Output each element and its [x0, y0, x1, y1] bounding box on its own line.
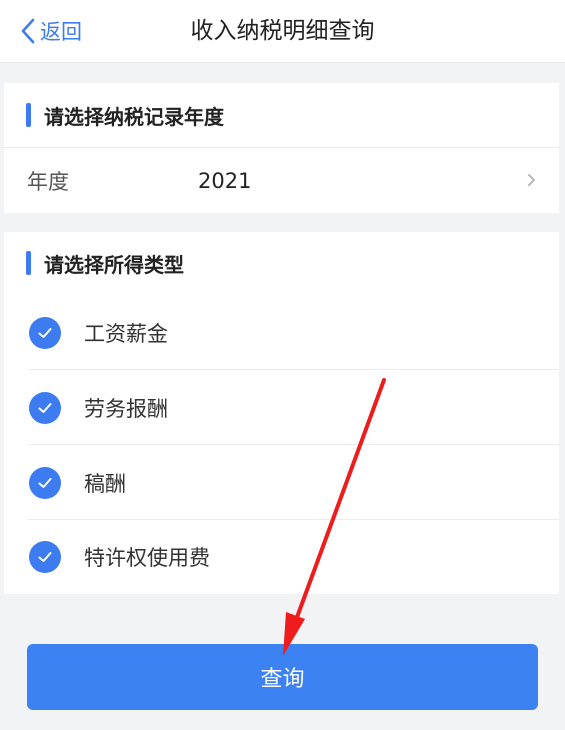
divider — [28, 369, 559, 370]
income-type-label: 工资薪金 — [84, 322, 168, 346]
type-section-title: 请选择所得类型 — [44, 252, 184, 277]
income-type-item-franchise[interactable]: 特许权使用费 — [28, 520, 559, 594]
divider — [28, 444, 559, 445]
query-button[interactable]: 查询 — [27, 644, 538, 710]
year-section-header: 请选择纳税记录年度 — [4, 83, 559, 147]
year-section-title: 请选择纳税记录年度 — [44, 104, 224, 129]
year-section: 请选择纳税记录年度 年度 2021 — [4, 83, 559, 213]
chevron-right-icon[interactable] — [527, 172, 537, 188]
income-type-label: 特许权使用费 — [84, 546, 210, 570]
year-value[interactable]: 2021 — [198, 169, 251, 193]
income-type-item-royalty[interactable]: 稿酬 — [28, 446, 559, 520]
check-circle-icon[interactable] — [29, 467, 61, 499]
page-title: 收入纳税明细查询 — [190, 18, 375, 44]
section-accent-bar — [26, 251, 31, 275]
income-type-label: 劳务报酬 — [84, 397, 168, 421]
income-type-label: 稿酬 — [84, 472, 126, 496]
income-type-item-labor[interactable]: 劳务报酬 — [28, 371, 559, 445]
check-circle-icon[interactable] — [29, 392, 61, 424]
income-type-item-wages[interactable]: 工资薪金 — [28, 296, 559, 370]
year-label: 年度 — [27, 170, 69, 194]
type-section-header: 请选择所得类型 — [4, 232, 559, 294]
navigation-bar: 返回 收入纳税明细查询 — [0, 0, 565, 63]
year-picker-row[interactable]: 年度 2021 — [4, 148, 559, 214]
check-circle-icon[interactable] — [29, 541, 61, 573]
income-type-section: 请选择所得类型 工资薪金 劳务报酬 稿酬 特许权使用费 — [4, 232, 559, 594]
section-accent-bar — [26, 103, 31, 127]
check-circle-icon[interactable] — [29, 317, 61, 349]
